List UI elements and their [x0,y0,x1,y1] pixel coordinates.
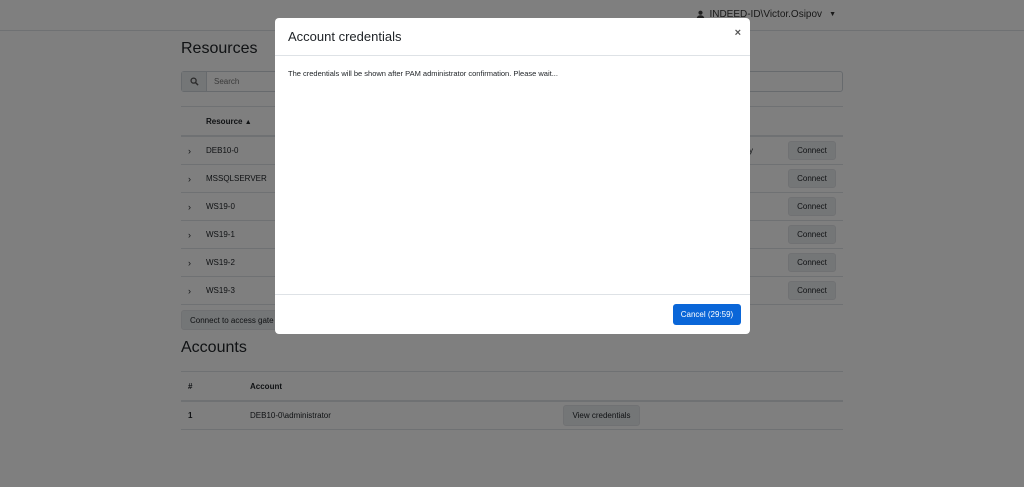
cancel-button[interactable]: Cancel (29:59) [673,304,741,325]
modal-title: Account credentials [288,29,402,44]
page: INDEED-ID\Victor.Osipov ▼ Resources Reso… [0,0,1024,487]
modal-body: The credentials will be shown after PAM … [275,56,750,295]
close-icon[interactable]: × [735,27,741,39]
modal-message: The credentials will be shown after PAM … [288,69,558,78]
credentials-modal: Account credentials × The credentials wi… [275,18,750,334]
modal-header: Account credentials × [275,18,750,56]
modal-footer: Cancel (29:59) [275,294,750,334]
